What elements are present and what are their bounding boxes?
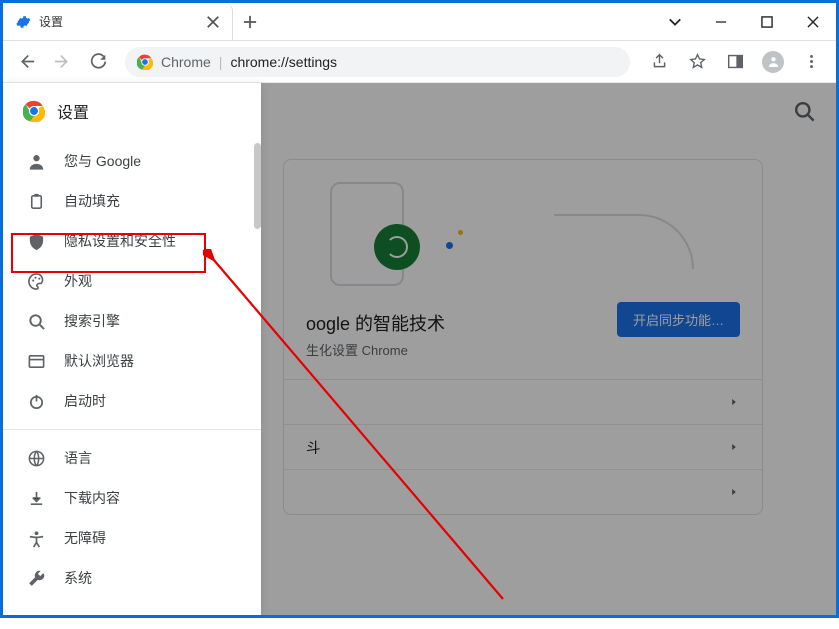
menu-autofill[interactable]: 自动填充 (3, 181, 261, 221)
shield-icon (27, 232, 46, 251)
side-panel-button[interactable] (718, 47, 752, 77)
forward-icon (54, 53, 71, 70)
download-icon (27, 489, 46, 508)
menu-separator (3, 429, 261, 430)
minimize-icon (715, 16, 727, 28)
maximize-button[interactable] (744, 3, 790, 40)
browser-toolbar: Chrome | chrome://settings (3, 41, 836, 83)
minimize-button[interactable] (698, 3, 744, 40)
globe-icon (27, 449, 46, 468)
menu-search-engine[interactable]: 搜索引擎 (3, 301, 261, 341)
star-icon (689, 53, 706, 70)
avatar-icon (762, 51, 784, 73)
app-menu-button[interactable] (794, 47, 828, 77)
person-icon (27, 152, 46, 171)
close-tab-icon[interactable] (206, 15, 220, 29)
bookmark-button[interactable] (680, 47, 714, 77)
accessibility-icon (27, 529, 46, 548)
address-bar[interactable]: Chrome | chrome://settings (125, 47, 630, 77)
browser-icon (27, 352, 46, 371)
menu-languages[interactable]: 语言 (3, 438, 261, 478)
reload-icon (90, 53, 107, 70)
chevron-down-icon (668, 15, 682, 29)
drawer-header: 设置 (3, 83, 261, 137)
panel-icon (727, 53, 744, 70)
wrench-icon (27, 569, 46, 588)
menu-default-browser[interactable]: 默认浏览器 (3, 341, 261, 381)
plus-icon (243, 15, 257, 29)
settings-drawer: 设置 您与 Google 自动填充 隐私设置和安全性 外观 搜索引擎 默认浏览器… (3, 83, 261, 615)
palette-icon (27, 272, 46, 291)
menu-accessibility[interactable]: 无障碍 (3, 518, 261, 558)
chrome-icon (23, 100, 45, 122)
menu-you-and-google[interactable]: 您与 Google (3, 141, 261, 181)
menu-appearance[interactable]: 外观 (3, 261, 261, 301)
menu-downloads[interactable]: 下载内容 (3, 478, 261, 518)
back-button[interactable] (11, 47, 41, 77)
close-window-button[interactable] (790, 3, 836, 40)
window-titlebar: 设置 (3, 3, 836, 41)
back-icon (18, 53, 35, 70)
window-controls (652, 3, 836, 40)
settings-menu: 您与 Google 自动填充 隐私设置和安全性 外观 搜索引擎 默认浏览器 启动… (3, 137, 261, 602)
share-icon (651, 53, 668, 70)
menu-on-startup[interactable]: 启动时 (3, 381, 261, 421)
forward-button[interactable] (47, 47, 77, 77)
drawer-scrollbar[interactable] (254, 143, 261, 229)
maximize-icon (761, 16, 773, 28)
menu-privacy-security[interactable]: 隐私设置和安全性 (3, 221, 261, 261)
power-icon (27, 392, 46, 411)
menu-system[interactable]: 系统 (3, 558, 261, 598)
chrome-icon (137, 54, 153, 70)
profile-button[interactable] (756, 47, 790, 77)
close-icon (807, 16, 819, 28)
search-icon (27, 312, 46, 331)
new-tab-button[interactable] (233, 3, 267, 40)
modal-overlay[interactable] (261, 83, 836, 615)
tab-search-button[interactable] (652, 3, 698, 40)
clipboard-icon (27, 192, 46, 211)
gear-icon (15, 14, 31, 30)
browser-tab[interactable]: 设置 (3, 3, 233, 40)
url-path: chrome://settings (230, 54, 337, 70)
share-button[interactable] (642, 47, 676, 77)
content-area: oogle 的智能技术 生化设置 Chrome 开启同步功能… 斗 (3, 83, 836, 615)
kebab-icon (803, 53, 820, 70)
reload-button[interactable] (83, 47, 113, 77)
url-origin: Chrome (161, 54, 211, 70)
drawer-title: 设置 (57, 99, 89, 123)
tab-title: 设置 (39, 13, 198, 30)
